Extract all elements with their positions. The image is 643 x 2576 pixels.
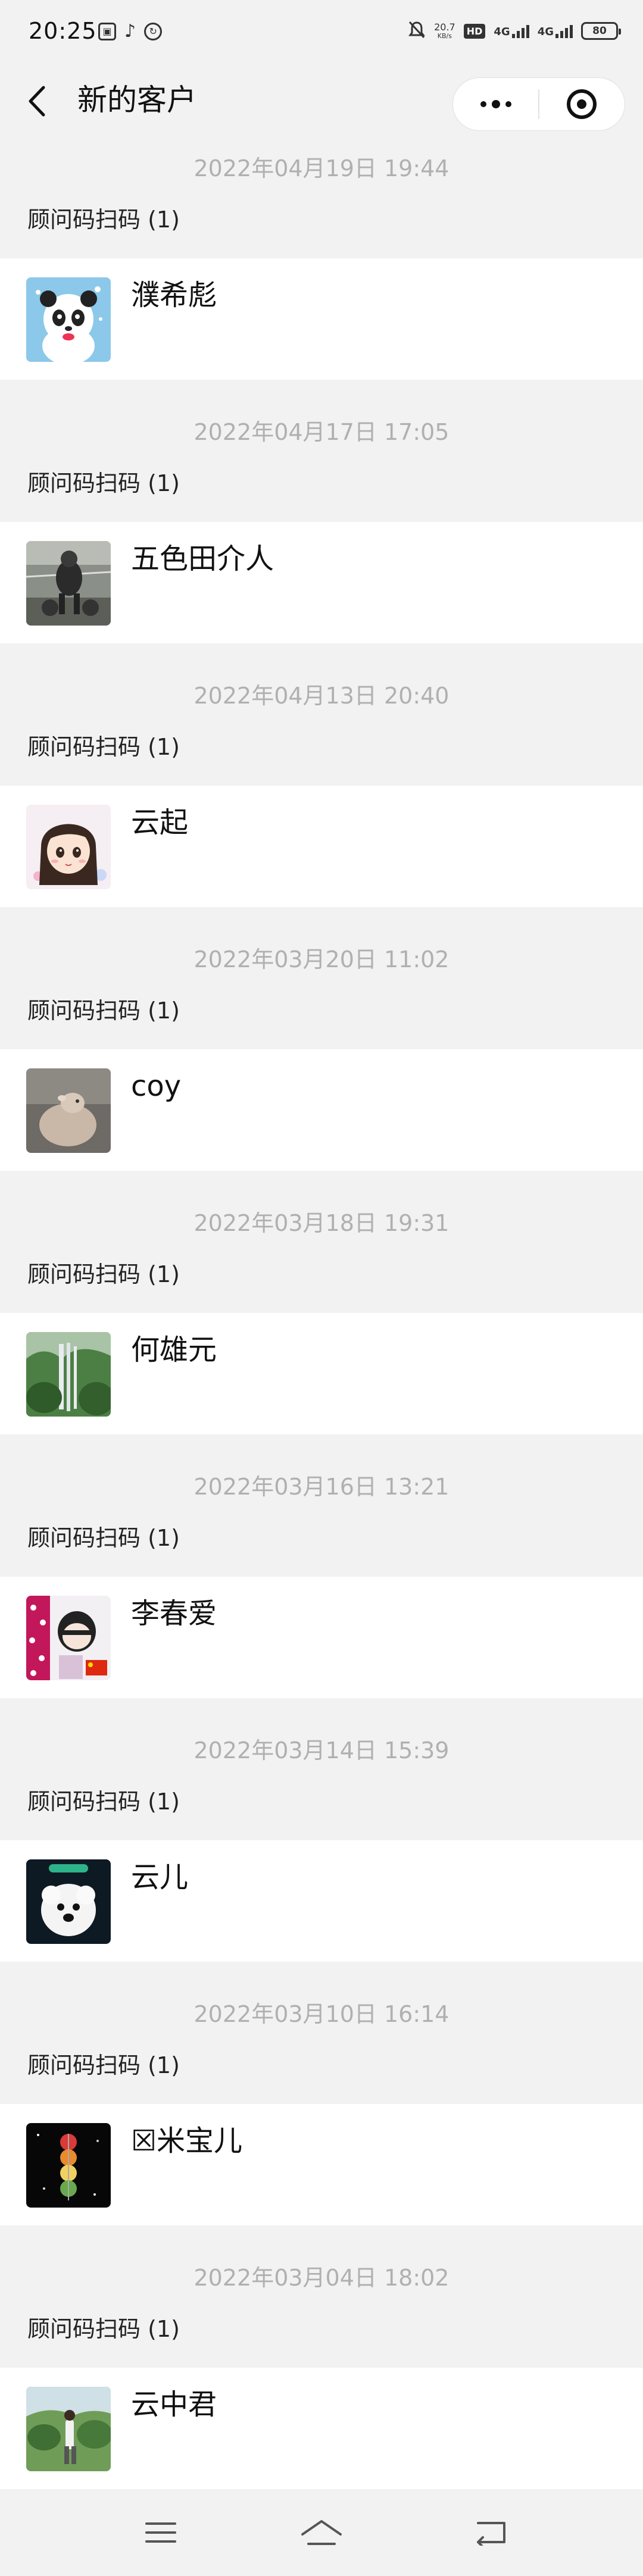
avatar (26, 805, 111, 889)
group-source: 顾问码扫码 (1) (27, 1525, 180, 1551)
customer-name: 云中君 (131, 2388, 217, 2421)
customer-row[interactable]: ☒米宝儿 (0, 2104, 643, 2225)
hd-badge: HD (463, 23, 486, 39)
group-date: 2022年03月16日 13:21 (193, 1474, 450, 1500)
close-mini-program-button[interactable] (539, 78, 625, 130)
group-date: 2022年03月18日 19:31 (193, 1210, 450, 1236)
list-group: 2022年03月04日 18:02 顾问码扫码 (1) 云中君 (0, 2246, 643, 2510)
page-title: 新的客户 (77, 83, 196, 117)
group-source: 顾问码扫码 (1) (27, 470, 180, 496)
customer-row[interactable]: 云起 (0, 786, 643, 907)
group-date: 2022年03月20日 11:02 (193, 946, 450, 973)
sync-icon: ↻ (144, 23, 163, 40)
customer-name: 云起 (131, 806, 189, 839)
network-speed-value: 20.7 (434, 21, 455, 33)
customer-row[interactable]: 何雄元 (0, 1313, 643, 1434)
network-type-1: 4G (494, 26, 510, 38)
more-button[interactable] (453, 78, 538, 130)
avatar (26, 277, 111, 362)
status-time: 20:25 (29, 18, 97, 44)
customer-row[interactable]: 云儿 (0, 1840, 643, 1962)
status-right-icons: 20.7 KB/s HD 4G 4G 80 (408, 20, 621, 42)
signal-2: 4G (538, 24, 573, 38)
customer-name: 李春爱 (131, 1597, 217, 1630)
network-speed-unit: KB/s (437, 32, 452, 40)
network-speed: 20.7 KB/s (434, 21, 455, 40)
list-group: 2022年03月18日 19:31 顾问码扫码 (1) 何雄元 (0, 1192, 643, 1455)
signal-bars-icon (511, 24, 529, 38)
group-source: 顾问码扫码 (1) (27, 1261, 180, 1287)
menu-icon (145, 2522, 176, 2543)
group-date: 2022年03月04日 18:02 (193, 2265, 450, 2291)
avatar (26, 1068, 111, 1153)
status-notification-icons: ▣ ♪ ↻ (98, 21, 163, 42)
back-arrow-icon (477, 2522, 505, 2546)
home-button[interactable] (298, 2512, 345, 2553)
customer-row[interactable]: 濮希彪 (0, 258, 643, 380)
customer-name: 何雄元 (131, 1333, 217, 1367)
group-date: 2022年03月10日 16:14 (193, 2001, 450, 2027)
group-date: 2022年03月14日 15:39 (193, 1737, 450, 1764)
group-source: 顾问码扫码 (1) (27, 2052, 180, 2078)
customer-row[interactable]: 五色田介人 (0, 522, 643, 643)
menu-button[interactable] (137, 2512, 185, 2553)
signal-bars-icon (555, 24, 573, 38)
list-group: 2022年03月16日 13:21 顾问码扫码 (1) 李春爱 (0, 1455, 643, 1719)
customer-name: 濮希彪 (131, 279, 217, 312)
group-source: 顾问码扫码 (1) (27, 207, 180, 233)
avatar (26, 1332, 111, 1417)
avatar (26, 1596, 111, 1680)
more-dots-icon (480, 100, 511, 108)
chevron-left-icon (29, 86, 45, 117)
gallery-icon: ▣ (98, 23, 116, 40)
group-date: 2022年04月17日 17:05 (193, 419, 450, 445)
avatar (26, 2123, 111, 2208)
list-group: 2022年03月20日 11:02 顾问码扫码 (1) coy (0, 928, 643, 1192)
mute-icon (408, 20, 426, 42)
tiktok-icon: ♪ (124, 21, 136, 42)
customer-row[interactable]: coy (0, 1049, 643, 1171)
network-type-2: 4G (537, 26, 554, 38)
customer-row[interactable]: 云中君 (0, 2368, 643, 2489)
home-icon (301, 2520, 342, 2545)
customer-name: 云儿 (131, 1861, 189, 1894)
mini-program-capsule (452, 77, 625, 131)
group-source: 顾问码扫码 (1) (27, 1789, 180, 1815)
group-source: 顾问码扫码 (1) (27, 2316, 180, 2342)
back-button[interactable] (18, 82, 56, 120)
avatar (26, 2387, 111, 2471)
list-group: 2022年04月13日 20:40 顾问码扫码 (1) 云起 (0, 664, 643, 928)
list-group: 2022年04月17日 17:05 顾问码扫码 (1) 五色田介人 (0, 401, 643, 664)
list-group: 2022年03月10日 16:14 顾问码扫码 (1) ☒米宝儿 (0, 1983, 643, 2246)
list-group: 2022年04月19日 19:44 顾问码扫码 (1) 濮希彪 (0, 137, 643, 401)
group-source: 顾问码扫码 (1) (27, 734, 180, 760)
back-nav-button[interactable] (467, 2512, 514, 2553)
group-date: 2022年04月13日 20:40 (193, 683, 450, 709)
customer-name: 五色田介人 (131, 542, 274, 576)
status-bar: 20:25 ▣ ♪ ↻ 20.7 KB/s HD 4G 4G 80 (0, 0, 643, 65)
avatar (26, 541, 111, 626)
nav-bar: 新的客户 (0, 65, 643, 137)
group-source: 顾问码扫码 (1) (27, 998, 180, 1024)
list-group: 2022年03月14日 15:39 顾问码扫码 (1) 云儿 (0, 1719, 643, 1983)
system-navigation-bar (0, 2490, 643, 2576)
customer-row[interactable]: 李春爱 (0, 1577, 643, 1698)
avatar (26, 1859, 111, 1944)
mini-program-close-icon (567, 89, 597, 119)
signal-1: 4G (494, 24, 529, 38)
customer-name: ☒米宝儿 (131, 2124, 243, 2158)
customer-name: coy (131, 1070, 182, 1103)
new-customer-list: 2022年04月19日 19:44 顾问码扫码 (1) 濮希彪 2022年04月… (0, 137, 643, 2510)
battery-icon: 80 (581, 22, 621, 40)
group-date: 2022年04月19日 19:44 (193, 155, 450, 182)
